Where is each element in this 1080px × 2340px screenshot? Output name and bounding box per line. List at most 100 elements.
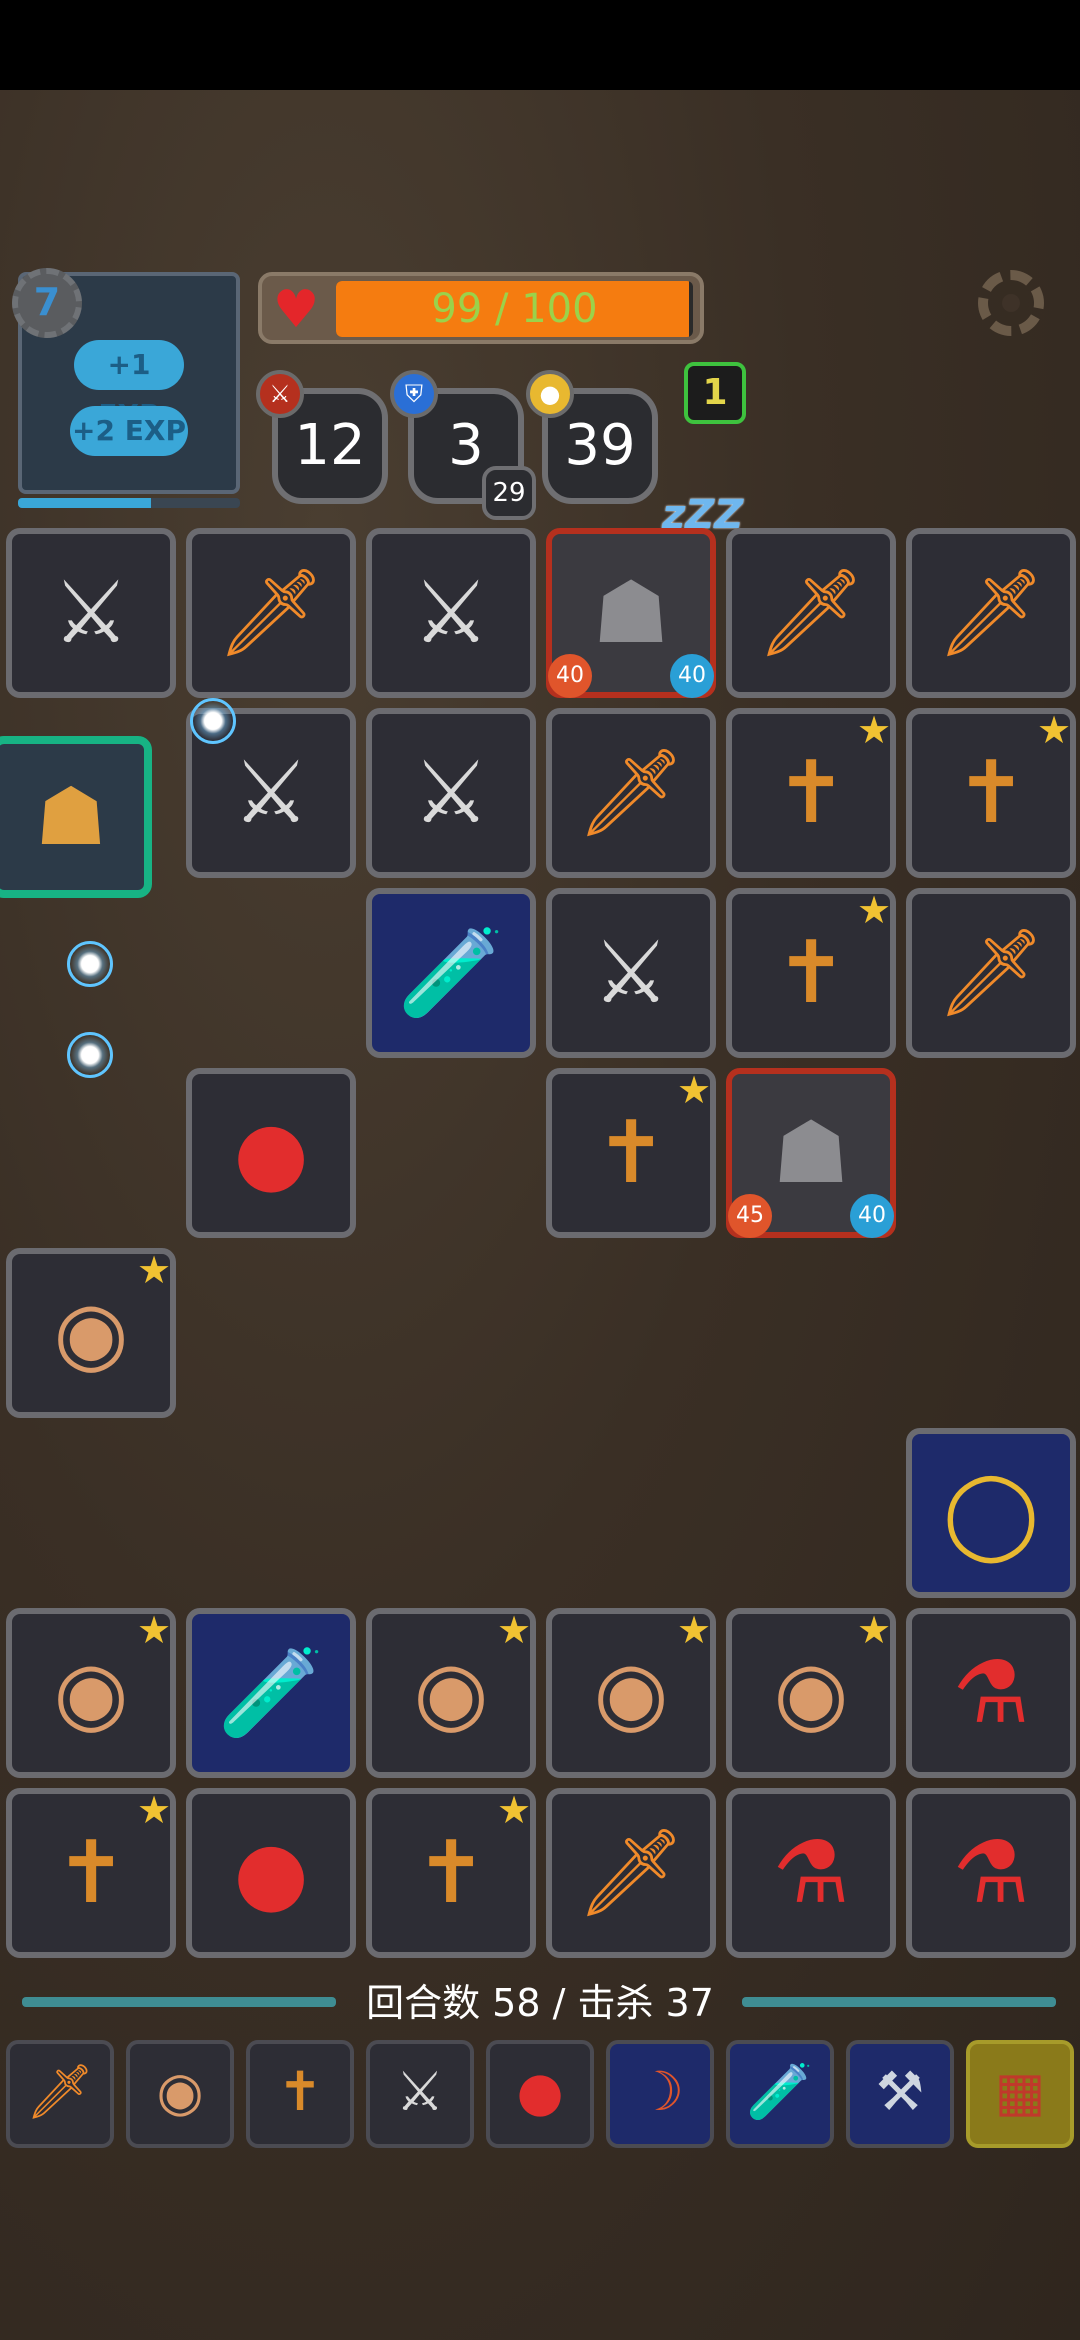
item-tile[interactable]: ◉ ★ (726, 1608, 896, 1778)
defense-substat: 29 (482, 466, 536, 520)
player-level-badge: 7 (12, 268, 82, 338)
item-tile[interactable]: ✝ ★ (546, 1068, 716, 1238)
enemy-attack-value: 40 (548, 654, 592, 698)
star-icon: ★ (856, 888, 892, 932)
item-tile[interactable]: 🗡 (906, 888, 1076, 1058)
hero-viking-tile[interactable]: ☗ (0, 736, 152, 898)
item-tile[interactable]: ◉ ★ (366, 1608, 536, 1778)
settings-gear-icon[interactable] (978, 270, 1044, 336)
flaming-sword-icon: 🗡 (216, 563, 326, 663)
scroll-card-icon: ▦ (994, 2060, 1046, 2123)
item-tile[interactable]: 🧪 (366, 888, 536, 1058)
item-tile[interactable]: 🗡 (546, 1788, 716, 1958)
turn-and-kill-counter: 回合数 58 / 击杀 37 (366, 1981, 714, 2025)
item-tile[interactable]: ◯ (906, 1428, 1076, 1598)
experience-bar-fill (18, 498, 152, 508)
enemy-defense-value: 40 (670, 654, 714, 698)
star-icon: ★ (496, 1608, 532, 1652)
item-tile[interactable]: ✝ ★ (366, 1788, 536, 1958)
star-icon: ★ (136, 1248, 172, 1292)
crossed-swords-icon: ⚔ (412, 743, 490, 843)
flaming-sword-icon: 🗡 (576, 743, 686, 843)
crossed-swords-icon: ⚔ (592, 923, 670, 1023)
flaming-sword-icon: 🗡 (936, 563, 1046, 663)
toolbar-slot[interactable]: 🧪 (726, 2040, 834, 2148)
item-tile[interactable]: ⚔ (6, 528, 176, 698)
item-tile[interactable]: ● (186, 1068, 356, 1238)
item-tile[interactable]: ✝ ★ (906, 708, 1076, 878)
star-icon: ★ (856, 1608, 892, 1652)
crossed-swords-icon: ⚔ (52, 563, 130, 663)
toolbar-slot[interactable]: ☽ (606, 2040, 714, 2148)
red-bomb-potion-icon: ● (233, 1823, 309, 1923)
glow-orb (67, 941, 113, 987)
item-tile[interactable]: ● (186, 1788, 356, 1958)
card-count-badge[interactable]: 1 (684, 362, 746, 424)
toolbar-slot[interactable]: ⚒ (846, 2040, 954, 2148)
green-potion-icon: 🧪 (397, 923, 505, 1023)
item-tile[interactable]: 🗡 (906, 528, 1076, 698)
star-icon: ★ (136, 1608, 172, 1652)
crossed-swords-icon: ⚔ (412, 563, 490, 663)
flaming-sword-icon: 🗡 (756, 563, 866, 663)
item-tile[interactable]: ⚔ (366, 528, 536, 698)
red-potion-flask-icon: ⚗ (772, 1823, 850, 1923)
scythe-icon: ☽ (635, 2060, 685, 2123)
coin-icon: ● (526, 370, 574, 418)
system-status-bar (0, 0, 1080, 90)
red-potion-flask-icon: ⚗ (952, 1823, 1030, 1923)
heart-icon: ♥ (272, 280, 320, 340)
red-potion-flask-icon: ⚗ (952, 1643, 1030, 1743)
item-tile[interactable]: 🗡 (546, 708, 716, 878)
crossed-swords-icon: ⚔ (395, 2060, 445, 2123)
shield-icon: ⛨ (390, 370, 438, 418)
round-shield-icon: ◉ (156, 2060, 204, 2123)
item-tile[interactable]: ⚗ (726, 1788, 896, 1958)
star-icon: ★ (1036, 708, 1072, 752)
experience-bar (18, 498, 240, 508)
item-tile[interactable]: ◉ ★ (6, 1248, 176, 1418)
item-tile[interactable]: ⚔ (366, 708, 536, 878)
glow-orb (67, 1032, 113, 1078)
toolbar-slot[interactable]: 🗡 (6, 2040, 114, 2148)
exp-popup-2: +2 EXP (70, 406, 188, 456)
toolbar-slot[interactable]: ✝ (246, 2040, 354, 2148)
toolbar-slot[interactable]: ⚔ (366, 2040, 474, 2148)
scarecrow-armor-icon: ✝ (277, 2060, 323, 2123)
enemy-tile[interactable]: ☗ 45 40 (726, 1068, 896, 1238)
flaming-sword-icon: 🗡 (936, 923, 1046, 1023)
sword-icon: ⚔ (256, 370, 304, 418)
viking-helmet-icon: ☗ (35, 770, 107, 863)
glow-orb (190, 698, 236, 744)
green-potion-icon: 🧪 (217, 1643, 325, 1743)
star-icon: ★ (496, 1788, 532, 1832)
gold-ring-icon: ◯ (942, 1463, 1040, 1563)
health-text: 99 / 100 (431, 286, 598, 332)
item-tile[interactable]: ◉ ★ (546, 1608, 716, 1778)
item-tile[interactable]: ⚔ (546, 888, 716, 1058)
red-bomb-potion-icon: ● (516, 2060, 564, 2123)
battle-axe-icon: ⚒ (875, 2060, 925, 2123)
item-tile[interactable]: ✝ ★ (6, 1788, 176, 1958)
red-bomb-potion-icon: ● (233, 1103, 309, 1203)
turn-divider-right (742, 1997, 1056, 2007)
star-icon: ★ (856, 708, 892, 752)
star-icon: ★ (676, 1608, 712, 1652)
star-icon: ★ (676, 1068, 712, 1112)
item-tile[interactable]: 🗡 (726, 528, 896, 698)
item-tile[interactable]: ⚗ (906, 1788, 1076, 1958)
toolbar-slot[interactable]: ◉ (126, 2040, 234, 2148)
toolbar-slot[interactable]: ● (486, 2040, 594, 2148)
item-tile[interactable]: ✝ ★ (726, 888, 896, 1058)
item-tile[interactable]: 🗡 (186, 528, 356, 698)
toolbar-slot[interactable]: ▦ (966, 2040, 1074, 2148)
item-tile[interactable]: ◉ ★ (6, 1608, 176, 1778)
enemy-tile[interactable]: ☗ 40 40 (546, 528, 716, 698)
item-tile[interactable]: ✝ ★ (726, 708, 896, 878)
item-tile[interactable]: 🧪 (186, 1608, 356, 1778)
enemy-defense-value: 40 (850, 1194, 894, 1238)
exp-popup-1: +1 EXP (74, 340, 184, 431)
item-tile[interactable]: ⚗ (906, 1608, 1076, 1778)
turn-divider-left (22, 1997, 336, 2007)
flaming-sword-icon: 🗡 (25, 2060, 95, 2123)
